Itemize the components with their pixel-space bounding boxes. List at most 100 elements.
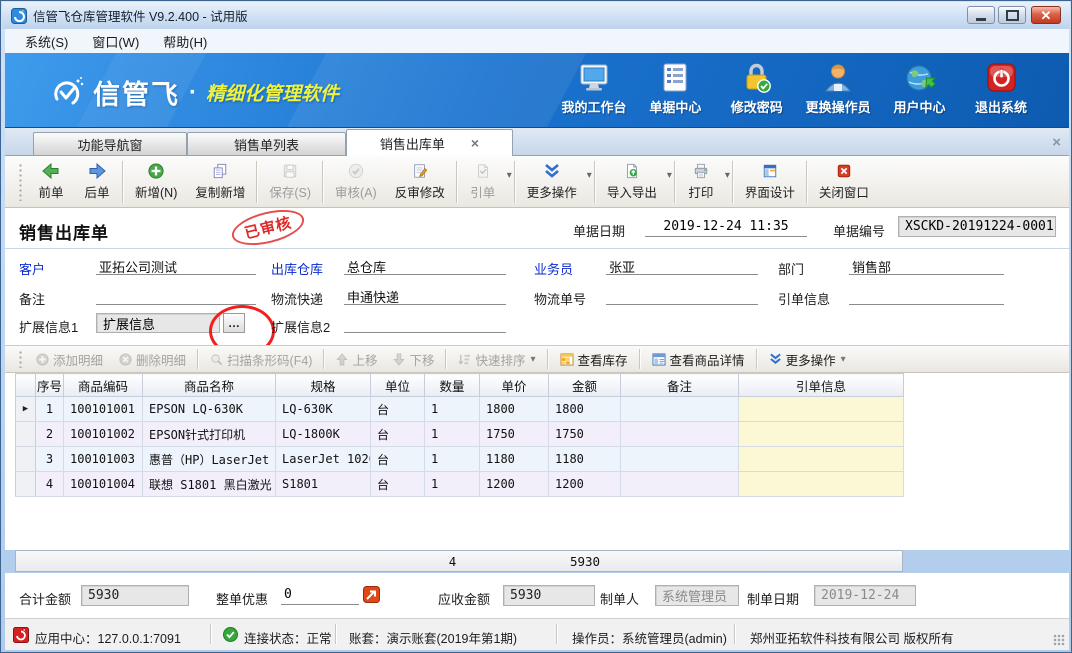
col-qty[interactable]: 数量 — [425, 374, 480, 397]
dropdown-arrow-icon[interactable]: ▾ — [587, 170, 592, 181]
action-document-center[interactable]: 单据中心 — [635, 62, 715, 116]
unaudit-edit-button[interactable]: 反审修改 — [386, 159, 454, 205]
apply-discount-button[interactable] — [363, 586, 380, 603]
logistics-label: 物流快递 — [271, 289, 323, 308]
receivable-label: 应收金额 — [438, 589, 490, 608]
col-ref[interactable]: 引单信息 — [739, 374, 904, 397]
col-name[interactable]: 商品名称 — [143, 374, 276, 397]
action-user-center[interactable]: 用户中心 — [880, 62, 960, 116]
plus-circle-icon — [36, 353, 49, 366]
row-selector-cell: ▶ — [16, 397, 36, 422]
tab-sales-order-list[interactable]: 销售单列表 — [187, 132, 346, 155]
ref-info-field[interactable] — [849, 285, 1004, 305]
ui-design-button[interactable]: 界面设计 — [736, 159, 804, 205]
switch-operator-icon — [821, 62, 855, 94]
customer-field[interactable]: 亚拓公司测试 — [96, 255, 256, 275]
maximize-button[interactable] — [998, 6, 1026, 24]
delete-line-button: 删除明细 — [111, 348, 194, 370]
tab-function-nav[interactable]: 功能导航窗 — [33, 132, 187, 155]
close-button[interactable]: ✕ — [1031, 6, 1061, 24]
tab-sales-outbound[interactable]: 销售出库单 × — [346, 129, 513, 156]
customer-label: 客户 — [19, 259, 45, 278]
prev-doc-button[interactable]: 前单 — [28, 159, 74, 205]
ext2-field[interactable] — [344, 313, 506, 333]
arrow-right-icon — [88, 163, 106, 179]
warehouse-field[interactable]: 总仓库 — [344, 255, 506, 275]
status-operator: 操作员：系统管理员(admin) — [572, 628, 727, 647]
ext1-field[interactable]: 扩展信息 — [96, 313, 220, 333]
dropdown-arrow-icon[interactable]: ▾ — [667, 170, 672, 181]
more-actions-button[interactable]: 更多操作 — [518, 159, 586, 205]
doc-date-field[interactable]: 2019-12-24 11:35 — [645, 217, 807, 237]
status-separator — [210, 624, 212, 644]
print-button[interactable]: 打印 — [678, 159, 724, 205]
stock-table-icon — [560, 353, 574, 366]
minimize-button[interactable] — [967, 6, 995, 24]
ref-info-label: 引单信息 — [778, 289, 830, 308]
add-line-button: 添加明细 — [28, 348, 111, 370]
col-remark[interactable]: 备注 — [621, 374, 739, 397]
table-row[interactable]: 4100101004 联想 S1801 黑白激光S1801 台1 1200120… — [16, 472, 904, 497]
brand-dot: · — [189, 79, 197, 107]
save-button: 保存(S) — [260, 159, 320, 205]
copy-new-button[interactable]: 复制新增 — [186, 159, 254, 205]
workbench-monitor-icon — [577, 62, 611, 94]
audit-button: 审核(A) — [326, 159, 386, 205]
table-row[interactable]: 2100101002 EPSON针式打印机LQ-1800K 台1 1750175… — [16, 422, 904, 447]
tracking-label: 物流单号 — [534, 289, 586, 308]
dropdown-arrow-icon[interactable]: ▾ — [725, 170, 730, 181]
dropdown-arrow-icon[interactable]: ▾ — [841, 354, 846, 365]
col-no[interactable]: 序号 — [36, 374, 64, 397]
status-connection: 连接状态：正常 — [244, 628, 332, 647]
brand-slogan: 精细化管理软件 — [206, 79, 339, 106]
col-code[interactable]: 商品编码 — [64, 374, 143, 397]
tabstrip-close-icon[interactable]: × — [1052, 135, 1061, 150]
menu-system[interactable]: 系统(S) — [13, 29, 80, 54]
logistics-field[interactable]: 申通快递 — [344, 285, 506, 305]
dropdown-arrow-icon[interactable]: ▾ — [507, 170, 512, 181]
status-separator — [335, 624, 337, 644]
creator-label: 制单人 — [600, 589, 639, 608]
remark-label: 备注 — [19, 289, 45, 308]
view-stock-button[interactable]: 查看库存 — [552, 348, 636, 370]
resize-grip[interactable] — [1053, 634, 1065, 646]
salesman-field[interactable]: 张亚 — [606, 255, 758, 275]
summary-qty-total: 4 — [425, 554, 480, 569]
dept-field[interactable]: 销售部 — [849, 255, 1004, 275]
col-unit[interactable]: 单位 — [371, 374, 425, 397]
menu-window[interactable]: 窗口(W) — [80, 29, 151, 54]
table-row[interactable]: 3100101003 惠普（HP）LaserJetLaserJet 1020 台… — [16, 447, 904, 472]
toolbar-separator — [674, 161, 676, 203]
import-export-button[interactable]: 导入导出 — [598, 159, 666, 205]
tab-close-icon[interactable]: × — [471, 136, 479, 150]
tracking-field[interactable] — [606, 285, 758, 305]
action-switch-operator[interactable]: 更换操作员 — [798, 62, 878, 116]
scan-barcode-button: 扫描条形码(F4) — [202, 348, 320, 370]
action-my-workbench[interactable]: 我的工作台 — [554, 62, 634, 116]
doc-no-label: 单据编号 — [833, 221, 885, 240]
double-chevron-down-icon — [543, 163, 561, 179]
view-product-detail-button[interactable]: 查看商品详情 — [644, 348, 753, 370]
close-window-button[interactable]: 关闭窗口 — [810, 159, 878, 205]
col-spec[interactable]: 规格 — [276, 374, 371, 397]
quick-sort-button: 快速排序▾ — [450, 348, 543, 370]
detail-more-actions-button[interactable]: 更多操作▾ — [761, 348, 854, 370]
toolbar-separator — [445, 349, 447, 369]
next-doc-button[interactable]: 后单 — [74, 159, 120, 205]
table-row[interactable]: ▶ 1100101001 EPSON LQ-630KLQ-630K 台1 180… — [16, 397, 904, 422]
action-change-password[interactable]: 修改密码 — [717, 62, 797, 116]
remark-field[interactable] — [96, 285, 256, 305]
detail-toolbar: 添加明细 删除明细 扫描条形码(F4) 上移 下移 快速排序▾ 查看库存 — [5, 345, 1069, 373]
col-amount[interactable]: 金额 — [549, 374, 621, 397]
new-button[interactable]: 新增(N) — [126, 159, 186, 205]
toolbar-grip — [19, 350, 22, 368]
action-exit-system[interactable]: 退出系统 — [961, 62, 1041, 116]
discount-field[interactable]: 0 — [281, 585, 359, 605]
brand-logo: 信管飞 · 精细化管理软件 — [49, 73, 339, 112]
dept-label: 部门 — [778, 259, 804, 278]
printer-icon — [692, 163, 710, 179]
grid-summary-bar: 4 5930 — [15, 550, 903, 572]
col-price[interactable]: 单价 — [480, 374, 549, 397]
tab-label: 功能导航窗 — [77, 135, 142, 154]
menu-help[interactable]: 帮助(H) — [151, 29, 219, 54]
